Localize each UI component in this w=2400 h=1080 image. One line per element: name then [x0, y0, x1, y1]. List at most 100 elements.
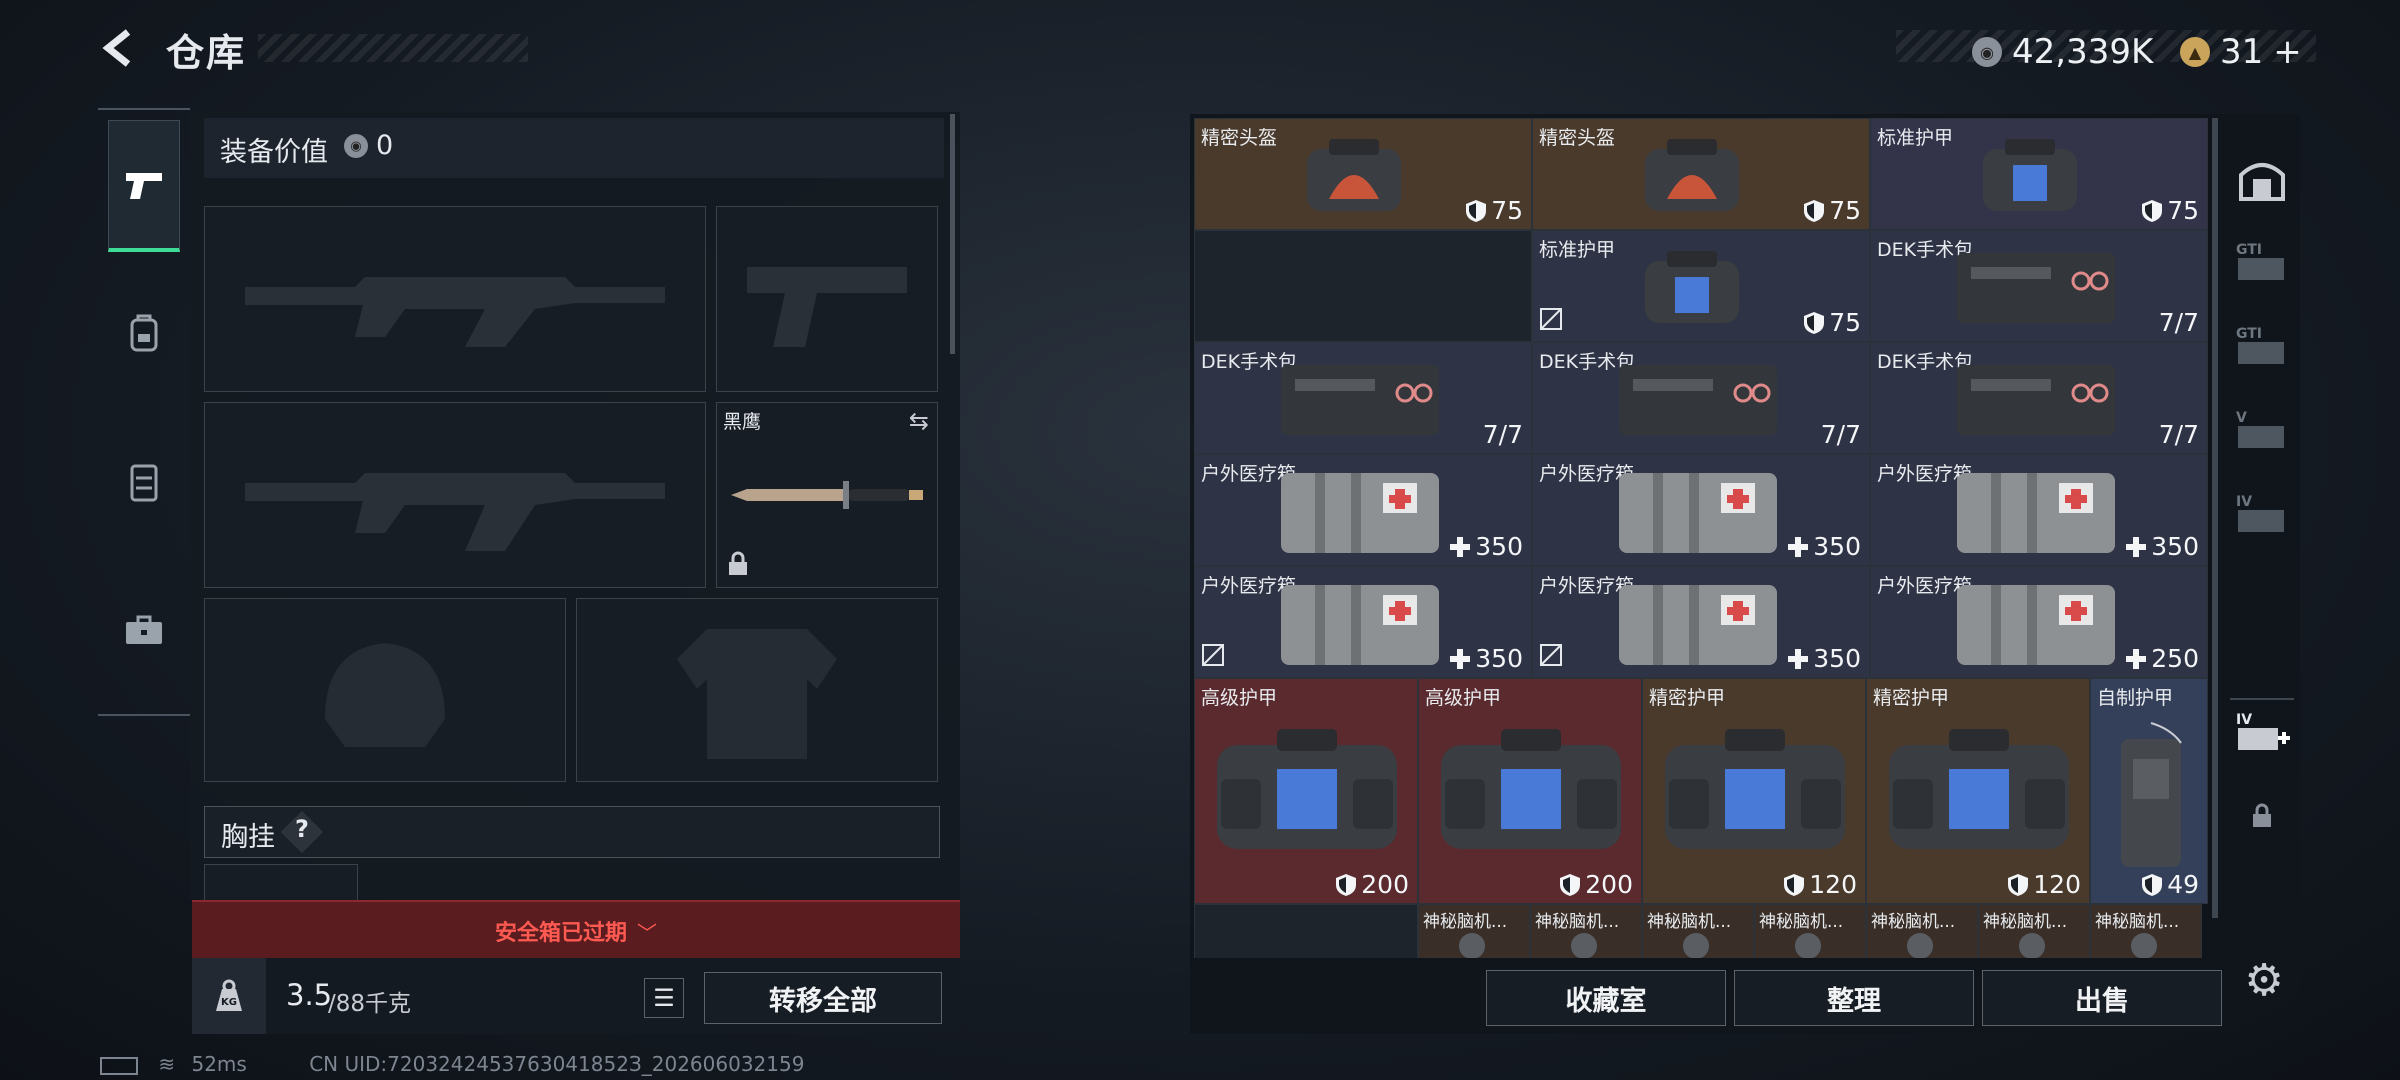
add-currency-icon[interactable]: + [2273, 32, 2302, 72]
inventory-item[interactable]: DEK手术包 7/7 [1532, 342, 1870, 454]
brain-chip-icon [1571, 933, 1597, 958]
sell-button[interactable]: 出售 [1982, 970, 2222, 1026]
vest-icon [130, 464, 158, 502]
shield-icon [1803, 199, 1825, 223]
empty-slot[interactable] [1194, 904, 1418, 958]
settings-gear-icon[interactable]: ⚙ [2236, 952, 2292, 1008]
medkit-image [1275, 577, 1445, 677]
inventory-item[interactable]: 户外医疗箱 250 [1870, 566, 2208, 678]
inventory-item[interactable]: 高级护甲 200 [1418, 678, 1642, 904]
inventory-item[interactable]: DEK手术包 7/7 [1870, 230, 2208, 342]
plus-icon [2125, 648, 2147, 670]
inventory-item-small[interactable]: 神秘脑机... [1530, 904, 1642, 958]
nav-backpack[interactable] [108, 268, 180, 400]
inventory-item[interactable]: 标准护甲 75 [1532, 230, 1870, 342]
inventory-item-small[interactable]: 神秘脑机... [1418, 904, 1530, 958]
tab-add-storage[interactable]: IV [2230, 698, 2294, 764]
item-name: 神秘脑机... [1647, 912, 1732, 932]
helmet-slot[interactable] [204, 598, 566, 782]
chevron-left-icon [102, 29, 131, 67]
armor-slot[interactable] [576, 598, 938, 782]
swap-icon[interactable]: ⇆ [909, 407, 929, 435]
svg-text:GTI: GTI [2236, 242, 2262, 258]
safebox-expired-bar[interactable]: 安全箱已过期 ﹀ [192, 900, 960, 960]
help-icon[interactable]: ? [295, 815, 309, 843]
melee-item-name: 黑鹰 [723, 411, 762, 433]
item-value: 350 [1449, 644, 1523, 673]
item-value: 7/7 [1482, 420, 1523, 449]
inventory-item[interactable]: 精密头盔 75 [1194, 118, 1532, 230]
loadout-scrollbar[interactable] [950, 114, 955, 354]
organize-button[interactable]: 整理 [1734, 970, 1974, 1026]
shield-icon [1559, 873, 1581, 897]
inventory-item[interactable]: 自制护甲 49 [2090, 678, 2208, 904]
item-value: 7/7 [2158, 308, 2199, 337]
inventory-grid: 精密头盔 75 精密头盔 75 标准护甲 75 标准护甲 75 DEK手术包 7/7 DE… [1194, 118, 2208, 958]
inventory-item[interactable]: DEK手术包 7/7 [1870, 342, 2208, 454]
warehouse-icon [2239, 163, 2285, 201]
secondary-weapon-slot[interactable] [204, 402, 706, 588]
armor-item-image [1637, 241, 1747, 335]
currency-secondary[interactable]: ▲ 31 + [2180, 32, 2302, 72]
melee-slot[interactable]: 黑鹰 ⇆ [716, 402, 938, 588]
armor-item-image [1975, 129, 2085, 223]
svg-text:KG: KG [221, 997, 237, 1008]
item-name: 神秘脑机... [1535, 912, 1620, 932]
inventory-item[interactable]: 精密头盔 75 [1532, 118, 1870, 230]
inventory-item[interactable]: DEK手术包 7/7 [1194, 342, 1532, 454]
list-view-icon[interactable]: ☰ [644, 978, 684, 1018]
item-name: 自制护甲 [2097, 687, 2174, 709]
nav-vest[interactable] [108, 416, 180, 548]
item-name: 高级护甲 [1201, 687, 1278, 709]
transfer-all-button[interactable]: 转移全部 [704, 972, 942, 1024]
inventory-item-small[interactable]: 神秘脑机... [1754, 904, 1866, 958]
tab-storage-main[interactable] [2230, 146, 2294, 210]
nav-case[interactable] [108, 564, 180, 696]
item-value: 75 [2141, 196, 2199, 225]
nav-weapons[interactable] [108, 120, 180, 252]
tab-locked[interactable] [2230, 784, 2294, 848]
brain-chip-icon [1459, 933, 1485, 958]
collection-room-button[interactable]: 收藏室 [1486, 970, 1726, 1026]
surgery-kit-image [1951, 241, 2121, 335]
storage-box-icon: GTI [2236, 326, 2284, 364]
inventory-item-small[interactable]: 神秘脑机... [1978, 904, 2090, 958]
tab-storage-3[interactable]: GTI [2230, 314, 2294, 378]
item-name: 标准护甲 [1877, 127, 1954, 149]
currency-main-value: 42,339K [2012, 32, 2154, 72]
helmet-item-image [1299, 129, 1409, 223]
tab-storage-2[interactable]: GTI [2230, 230, 2294, 294]
weight-icon: KG [192, 958, 266, 1034]
svg-text:V: V [2236, 410, 2247, 426]
inventory-item[interactable]: 精密护甲 120 [1642, 678, 1866, 904]
inventory-item[interactable]: 户外医疗箱 350 [1194, 454, 1532, 566]
inventory-scrollbar[interactable] [2212, 118, 2218, 918]
item-name: 高级护甲 [1425, 687, 1502, 709]
tab-storage-5[interactable]: IV [2230, 482, 2294, 546]
inventory-item-small[interactable]: 神秘脑机... [1866, 904, 1978, 958]
storage-box-icon: IV [2236, 494, 2284, 532]
back-button[interactable] [98, 26, 142, 70]
chest-rig-slot[interactable] [204, 864, 358, 900]
plus-icon [1787, 536, 1809, 558]
inventory-item[interactable]: 精密护甲 120 [1866, 678, 2090, 904]
item-value: 350 [1787, 644, 1861, 673]
inventory-item-small[interactable]: 神秘脑机... [2090, 904, 2202, 958]
empty-slot[interactable] [1194, 230, 1532, 342]
inventory-item[interactable]: 标准护甲 75 [1870, 118, 2208, 230]
armor-item-image [1431, 719, 1631, 863]
inventory-item[interactable]: 高级护甲 200 [1194, 678, 1418, 904]
safebox-expired-text: 安全箱已过期 [494, 921, 627, 946]
uid-text: CN UID:7203242453763041852З_202606032159 [309, 1052, 805, 1076]
primary-weapon-slot[interactable] [204, 206, 706, 392]
inventory-item[interactable]: 户外医疗箱 350 [1870, 454, 2208, 566]
inventory-item[interactable]: 户外医疗箱 350 [1532, 454, 1870, 566]
item-value: 200 [1335, 870, 1409, 899]
tab-storage-4[interactable]: V [2230, 398, 2294, 462]
pistol-silhouette-icon [747, 267, 907, 347]
medkit-image [1613, 577, 1783, 677]
sidearm-slot[interactable] [716, 206, 938, 392]
inventory-item[interactable]: 户外医疗箱 350 [1194, 566, 1532, 678]
inventory-item[interactable]: 户外医疗箱 350 [1532, 566, 1870, 678]
inventory-item-small[interactable]: 神秘脑机... [1642, 904, 1754, 958]
